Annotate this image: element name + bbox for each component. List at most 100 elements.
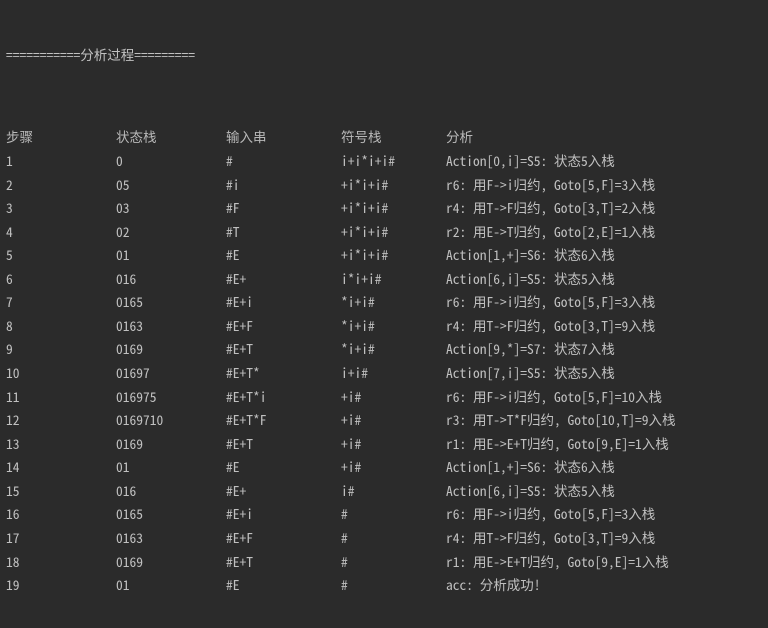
cell-input: #E bbox=[226, 573, 341, 597]
table-row: 1001697#E+T*i+i#Action[7,i]=S5: 状态5入栈 bbox=[6, 361, 762, 385]
cell-step: 16 bbox=[6, 502, 116, 526]
cell-step: 17 bbox=[6, 526, 116, 550]
cell-symbol-stack: i+i*i+i# bbox=[341, 149, 446, 173]
cell-step: 10 bbox=[6, 361, 116, 385]
cell-state-stack: 0169710 bbox=[116, 408, 226, 432]
cell-step: 15 bbox=[6, 479, 116, 503]
cell-input: #E+T*F bbox=[226, 408, 341, 432]
table-row: 303#F+i*i+i#r4: 用T->F归约, Goto[3,T]=2入栈 bbox=[6, 196, 762, 220]
header-state-stack: 状态栈 bbox=[116, 125, 226, 149]
cell-input: #E+ bbox=[226, 267, 341, 291]
table-row: 501#E+i*i+i#Action[1,+]=S6: 状态6入栈 bbox=[6, 243, 762, 267]
table-row: 120169710#E+T*F+i#r3: 用T->T*F归约, Goto[10… bbox=[6, 408, 762, 432]
table-row: 6016#E+i*i+i#Action[6,i]=S5: 状态5入栈 bbox=[6, 267, 762, 291]
parse-table: 步骤 状态栈 输入串 符号栈 分析 10#i+i*i+i#Action[0,i]… bbox=[6, 125, 762, 596]
cell-state-stack: 0165 bbox=[116, 290, 226, 314]
cell-symbol-stack: +i*i+i# bbox=[341, 220, 446, 244]
table-row: 130169#E+T+i#r1: 用E->E+T归约, Goto[9,E]=1入… bbox=[6, 432, 762, 456]
table-row: 1401#E+i#Action[1,+]=S6: 状态6入栈 bbox=[6, 455, 762, 479]
cell-action: r4: 用T->F归约, Goto[3,T]=9入栈 bbox=[446, 526, 762, 550]
cell-symbol-stack: # bbox=[341, 550, 446, 574]
section-title: ===========分析过程========= bbox=[6, 45, 762, 65]
table-row: 170163#E+F#r4: 用T->F归约, Goto[3,T]=9入栈 bbox=[6, 526, 762, 550]
cell-action: Action[0,i]=S5: 状态5入栈 bbox=[446, 149, 762, 173]
table-row: 160165#E+i#r6: 用F->i归约, Goto[5,F]=3入栈 bbox=[6, 502, 762, 526]
cell-action: Action[6,i]=S5: 状态5入栈 bbox=[446, 267, 762, 291]
cell-step: 2 bbox=[6, 173, 116, 197]
cell-state-stack: 016 bbox=[116, 479, 226, 503]
table-row: 80163#E+F*i+i#r4: 用T->F归约, Goto[3,T]=9入栈 bbox=[6, 314, 762, 338]
cell-state-stack: 01697 bbox=[116, 361, 226, 385]
cell-state-stack: 0169 bbox=[116, 550, 226, 574]
cell-input: #i bbox=[226, 173, 341, 197]
cell-state-stack: 016975 bbox=[116, 385, 226, 409]
table-row: 180169#E+T#r1: 用E->E+T归约, Goto[9,E]=1入栈 bbox=[6, 550, 762, 574]
cell-symbol-stack: i# bbox=[341, 479, 446, 503]
cell-symbol-stack: *i+i# bbox=[341, 314, 446, 338]
cell-symbol-stack: i+i# bbox=[341, 361, 446, 385]
cell-step: 5 bbox=[6, 243, 116, 267]
cell-symbol-stack: # bbox=[341, 502, 446, 526]
cell-symbol-stack: +i# bbox=[341, 432, 446, 456]
cell-action: r2: 用E->T归约, Goto[2,E]=1入栈 bbox=[446, 220, 762, 244]
header-input: 输入串 bbox=[226, 125, 341, 149]
cell-step: 8 bbox=[6, 314, 116, 338]
cell-state-stack: 0165 bbox=[116, 502, 226, 526]
cell-action: r1: 用E->E+T归约, Goto[9,E]=1入栈 bbox=[446, 432, 762, 456]
cell-action: r6: 用F->i归约, Goto[5,F]=3入栈 bbox=[446, 173, 762, 197]
cell-state-stack: 01 bbox=[116, 455, 226, 479]
cell-input: # bbox=[226, 149, 341, 173]
cell-action: r6: 用F->i归约, Goto[5,F]=10入栈 bbox=[446, 385, 762, 409]
cell-step: 7 bbox=[6, 290, 116, 314]
cell-action: Action[6,i]=S5: 状态5入栈 bbox=[446, 479, 762, 503]
cell-input: #E+i bbox=[226, 290, 341, 314]
cell-input: #E+F bbox=[226, 526, 341, 550]
cell-input: #E bbox=[226, 243, 341, 267]
cell-action: r6: 用F->i归约, Goto[5,F]=3入栈 bbox=[446, 290, 762, 314]
cell-input: #E+T* bbox=[226, 361, 341, 385]
cell-step: 12 bbox=[6, 408, 116, 432]
cell-action: Action[1,+]=S6: 状态6入栈 bbox=[446, 243, 762, 267]
cell-symbol-stack: +i*i+i# bbox=[341, 196, 446, 220]
table-row: 10#i+i*i+i#Action[0,i]=S5: 状态5入栈 bbox=[6, 149, 762, 173]
cell-step: 6 bbox=[6, 267, 116, 291]
cell-step: 1 bbox=[6, 149, 116, 173]
cell-state-stack: 0169 bbox=[116, 337, 226, 361]
table-row: 205#i+i*i+i#r6: 用F->i归约, Goto[5,F]=3入栈 bbox=[6, 173, 762, 197]
cell-step: 18 bbox=[6, 550, 116, 574]
cell-action: Action[7,i]=S5: 状态5入栈 bbox=[446, 361, 762, 385]
cell-state-stack: 03 bbox=[116, 196, 226, 220]
table-header-row: 步骤 状态栈 输入串 符号栈 分析 bbox=[6, 125, 762, 149]
parse-trace-panel: ===========分析过程========= 步骤 状态栈 输入串 符号栈 … bbox=[0, 0, 768, 628]
cell-step: 3 bbox=[6, 196, 116, 220]
cell-input: #E bbox=[226, 455, 341, 479]
cell-symbol-stack: # bbox=[341, 526, 446, 550]
header-action: 分析 bbox=[446, 125, 762, 149]
cell-input: #E+ bbox=[226, 479, 341, 503]
header-step: 步骤 bbox=[6, 125, 116, 149]
cell-state-stack: 016 bbox=[116, 267, 226, 291]
cell-input: #E+T*i bbox=[226, 385, 341, 409]
cell-symbol-stack: i*i+i# bbox=[341, 267, 446, 291]
cell-step: 11 bbox=[6, 385, 116, 409]
header-symbol-stack: 符号栈 bbox=[341, 125, 446, 149]
cell-symbol-stack: +i# bbox=[341, 455, 446, 479]
cell-step: 19 bbox=[6, 573, 116, 597]
table-row: 70165#E+i*i+i#r6: 用F->i归约, Goto[5,F]=3入栈 bbox=[6, 290, 762, 314]
cell-state-stack: 0 bbox=[116, 149, 226, 173]
table-row: 402#T+i*i+i#r2: 用E->T归约, Goto[2,E]=1入栈 bbox=[6, 220, 762, 244]
table-row: 1901#E#acc: 分析成功! bbox=[6, 573, 762, 597]
cell-action: r1: 用E->E+T归约, Goto[9,E]=1入栈 bbox=[446, 550, 762, 574]
cell-input: #F bbox=[226, 196, 341, 220]
cell-symbol-stack: +i*i+i# bbox=[341, 243, 446, 267]
cell-input: #E+T bbox=[226, 550, 341, 574]
cell-step: 14 bbox=[6, 455, 116, 479]
cell-step: 13 bbox=[6, 432, 116, 456]
cell-state-stack: 0169 bbox=[116, 432, 226, 456]
cell-step: 9 bbox=[6, 337, 116, 361]
cell-state-stack: 01 bbox=[116, 573, 226, 597]
cell-symbol-stack: +i*i+i# bbox=[341, 173, 446, 197]
cell-action: Action[1,+]=S6: 状态6入栈 bbox=[446, 455, 762, 479]
cell-input: #T bbox=[226, 220, 341, 244]
cell-state-stack: 01 bbox=[116, 243, 226, 267]
